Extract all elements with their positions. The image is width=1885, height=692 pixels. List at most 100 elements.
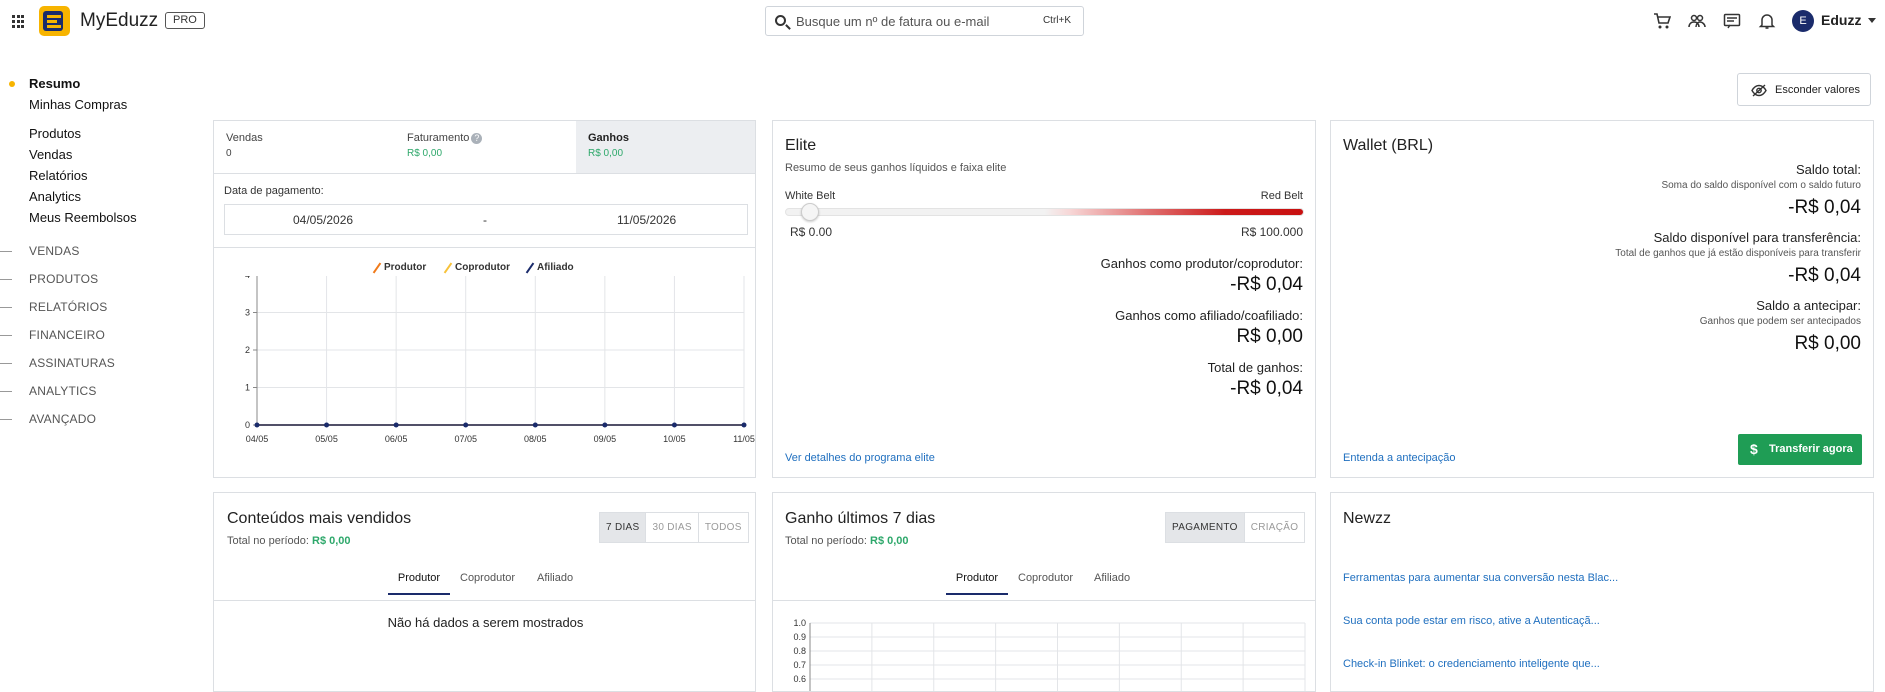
tab-coprodutor[interactable]: Coprodutor bbox=[460, 572, 515, 593]
x-tick-label: 04/05 bbox=[246, 434, 269, 444]
section-divider bbox=[0, 363, 12, 364]
legend-afiliado[interactable]: Afiliado bbox=[537, 262, 574, 273]
plan-badge: PRO bbox=[165, 12, 205, 29]
earnings-7days-chart: 1.0 0.9 0.8 0.7 0.6 bbox=[793, 618, 1306, 691]
y-tick-label: 0 bbox=[245, 420, 250, 430]
sidebar-section-analytics[interactable]: ANALYTICS bbox=[29, 384, 97, 398]
eduzz-logo[interactable] bbox=[39, 6, 70, 36]
period-30-days[interactable]: 30 DIAS bbox=[646, 513, 699, 542]
tab-faturamento[interactable]: Faturamento? R$ 0,00 bbox=[395, 121, 576, 173]
data-point bbox=[741, 422, 747, 428]
sidebar-item-resumo[interactable]: Resumo bbox=[29, 76, 80, 91]
data-point bbox=[254, 422, 260, 428]
tab-coprodutor[interactable]: Coprodutor bbox=[1018, 572, 1073, 593]
news-item[interactable]: Sua conta pode estar em risco, ative a A… bbox=[1343, 615, 1600, 627]
top-content-card: Conteúdos mais vendidos Total no período… bbox=[213, 492, 756, 692]
y-tick-label: 0.8 bbox=[793, 646, 806, 656]
tab-ganhos[interactable]: Ganhos R$ 0,00 bbox=[576, 121, 755, 173]
card-title: Newzz bbox=[1343, 510, 1392, 527]
advance-balance-desc: Ganhos que podem ser antecipados bbox=[1699, 316, 1861, 327]
period-total-label: Total no período: bbox=[785, 535, 867, 547]
period-total-value: R$ 0,00 bbox=[870, 535, 909, 547]
total-balance-value: -R$ 0,04 bbox=[1788, 197, 1861, 218]
advance-info-link[interactable]: Entenda a antecipação bbox=[1343, 452, 1456, 464]
bell-icon[interactable] bbox=[1758, 12, 1776, 30]
section-divider bbox=[0, 419, 12, 420]
sidebar-section-avancado[interactable]: AVANÇADO bbox=[29, 412, 96, 426]
x-tick-label: 07/05 bbox=[454, 434, 477, 444]
kpi-label: Faturamento? bbox=[407, 132, 483, 144]
chevron-down-icon[interactable] bbox=[1868, 18, 1876, 23]
period-selector: 7 DIAS 30 DIAS TODOS bbox=[599, 512, 749, 543]
period-7-days[interactable]: 7 DIAS bbox=[600, 513, 647, 542]
total-balance-desc: Soma do saldo disponível com o saldo fut… bbox=[1661, 180, 1861, 191]
elite-card: Elite Resumo de seus ganhos líquidos e f… bbox=[772, 120, 1316, 478]
legend-coprodutor-icon bbox=[443, 262, 453, 274]
total-balance-label: Saldo total: bbox=[1795, 162, 1861, 177]
tab-afiliado[interactable]: Afiliado bbox=[537, 572, 573, 593]
hide-values-button[interactable]: Esconder valores bbox=[1737, 73, 1871, 106]
kpi-label: Ganhos bbox=[588, 132, 629, 144]
date-separator: - bbox=[483, 213, 487, 227]
search-box[interactable]: Ctrl+K bbox=[765, 6, 1084, 36]
transfer-now-button[interactable]: $ Transferir agora bbox=[1738, 434, 1862, 465]
belt-left-label: White Belt bbox=[785, 190, 836, 202]
sidebar-item-produtos[interactable]: Produtos bbox=[29, 126, 81, 141]
dollar-icon: $ bbox=[1750, 441, 1758, 457]
mode-criacao[interactable]: CRIAÇÃO bbox=[1245, 513, 1305, 542]
affiliates-icon[interactable] bbox=[1688, 12, 1706, 30]
sidebar-section-vendas[interactable]: VENDAS bbox=[29, 244, 80, 258]
kpi-value: R$ 0,00 bbox=[588, 148, 624, 159]
sidebar-item-analytics[interactable]: Analytics bbox=[29, 189, 81, 204]
section-divider bbox=[0, 307, 12, 308]
newzz-card: Newzz Ferramentas para aumentar sua conv… bbox=[1330, 492, 1874, 692]
legend-produtor-icon bbox=[372, 262, 382, 274]
x-tick-label: 10/05 bbox=[663, 434, 686, 444]
user-name[interactable]: Eduzz bbox=[1821, 12, 1861, 28]
search-input[interactable] bbox=[796, 13, 1026, 30]
data-point bbox=[532, 422, 538, 428]
tab-produtor[interactable]: Produtor bbox=[388, 572, 450, 595]
avatar[interactable]: E bbox=[1792, 10, 1814, 32]
x-tick-label: 05/05 bbox=[315, 434, 338, 444]
sidebar-item-vendas[interactable]: Vendas bbox=[29, 147, 72, 162]
sidebar-item-meus-reembolsos[interactable]: Meus Reembolsos bbox=[29, 210, 137, 225]
brand-name: MyEduzz bbox=[80, 10, 159, 31]
elite-details-link[interactable]: Ver detalhes do programa elite bbox=[785, 452, 935, 464]
news-item[interactable]: Ferramentas para aumentar sua conversão … bbox=[1343, 572, 1618, 584]
sidebar-section-financeiro[interactable]: FINANCEIRO bbox=[29, 328, 105, 342]
sidebar-item-relatorios[interactable]: Relatórios bbox=[29, 168, 88, 183]
kpi-label: Vendas bbox=[226, 132, 263, 144]
data-point bbox=[324, 422, 330, 428]
help-icon[interactable]: ? bbox=[471, 132, 483, 144]
legend-coprodutor[interactable]: Coprodutor bbox=[455, 262, 510, 273]
news-item[interactable]: Check-in Blinket: o credenciamento intel… bbox=[1343, 658, 1600, 670]
mode-pagamento[interactable]: PAGAMENTO bbox=[1166, 513, 1245, 542]
sidebar-section-produtos[interactable]: PRODUTOS bbox=[29, 272, 98, 286]
elite-progress-knob bbox=[801, 203, 819, 221]
earnings-line-chart: 0 1 2 3 4 04/05 05/05 06/05 07/05 08/05 09/05 10/05… bbox=[245, 276, 755, 444]
mode-selector: PAGAMENTO CRIAÇÃO bbox=[1165, 512, 1306, 543]
tab-afiliado[interactable]: Afiliado bbox=[1094, 572, 1130, 593]
cart-icon[interactable] bbox=[1653, 12, 1671, 30]
tab-produtor[interactable]: Produtor bbox=[946, 572, 1008, 595]
legend-produtor[interactable]: Produtor bbox=[384, 262, 426, 273]
transfer-label: Transferir agora bbox=[1769, 443, 1853, 455]
date-range-picker[interactable]: 04/05/2026 - 11/05/2026 bbox=[224, 204, 748, 235]
kpi-value: R$ 0,00 bbox=[407, 148, 443, 159]
messages-icon[interactable] bbox=[1723, 12, 1741, 30]
earnings-7days-card: Ganho últimos 7 dias Total no período: R… bbox=[772, 492, 1316, 692]
belt-right-label: Red Belt bbox=[1260, 190, 1303, 202]
apps-grid-icon[interactable] bbox=[12, 15, 25, 28]
sidebar-item-minhas-compras[interactable]: Minhas Compras bbox=[29, 97, 127, 112]
sidebar-section-assinaturas[interactable]: ASSINATURAS bbox=[29, 356, 115, 370]
belt-min-value: R$ 0.00 bbox=[790, 225, 833, 239]
search-shortcut: Ctrl+K bbox=[1042, 15, 1071, 26]
sidebar-section-relatorios[interactable]: RELATÓRIOS bbox=[29, 300, 107, 314]
period-total-value: R$ 0,00 bbox=[312, 535, 351, 547]
period-total: Total no período: R$ 0,00 bbox=[227, 535, 351, 547]
producer-earnings-label: Ganhos como produtor/coprodutor: bbox=[1100, 256, 1303, 271]
period-all[interactable]: TODOS bbox=[699, 513, 748, 542]
tab-vendas[interactable]: Vendas 0 bbox=[214, 121, 395, 173]
y-tick-label: 4 bbox=[245, 276, 250, 280]
